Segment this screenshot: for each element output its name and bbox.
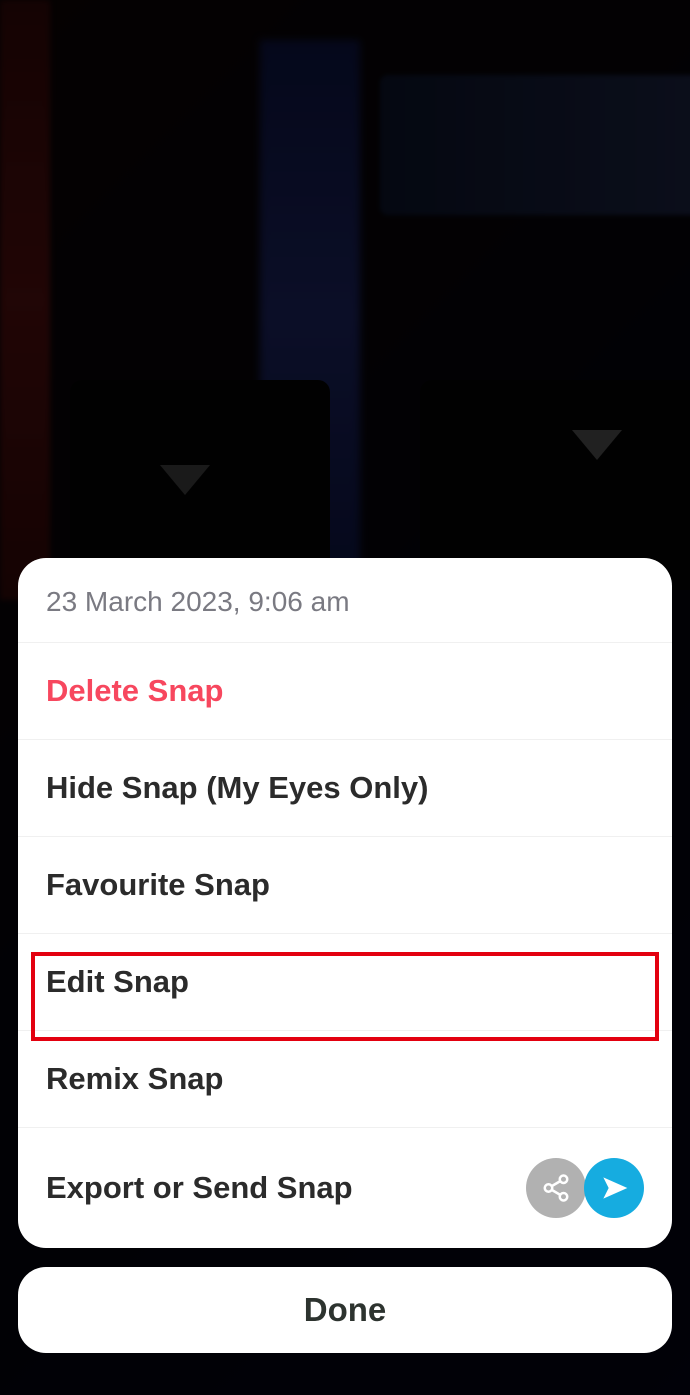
favourite-snap-label: Favourite Snap xyxy=(46,867,270,903)
snap-timestamp: 23 March 2023, 9:06 am xyxy=(18,558,672,643)
delete-snap-button[interactable]: Delete Snap xyxy=(18,643,672,740)
share-icon[interactable] xyxy=(526,1158,586,1218)
hide-snap-button[interactable]: Hide Snap (My Eyes Only) xyxy=(18,740,672,837)
export-icon-row xyxy=(526,1158,644,1218)
export-snap-button[interactable]: Export or Send Snap xyxy=(18,1128,672,1248)
done-label: Done xyxy=(304,1291,387,1329)
done-button[interactable]: Done xyxy=(18,1267,672,1353)
hide-snap-label: Hide Snap (My Eyes Only) xyxy=(46,770,428,806)
edit-snap-label: Edit Snap xyxy=(46,964,189,1000)
edit-snap-button[interactable]: Edit Snap xyxy=(18,934,672,1031)
export-snap-label: Export or Send Snap xyxy=(46,1170,353,1206)
delete-snap-label: Delete Snap xyxy=(46,673,223,709)
favourite-snap-button[interactable]: Favourite Snap xyxy=(18,837,672,934)
action-sheet: 23 March 2023, 9:06 am Delete Snap Hide … xyxy=(18,558,672,1248)
send-icon[interactable] xyxy=(584,1158,644,1218)
remix-snap-button[interactable]: Remix Snap xyxy=(18,1031,672,1128)
remix-snap-label: Remix Snap xyxy=(46,1061,223,1097)
